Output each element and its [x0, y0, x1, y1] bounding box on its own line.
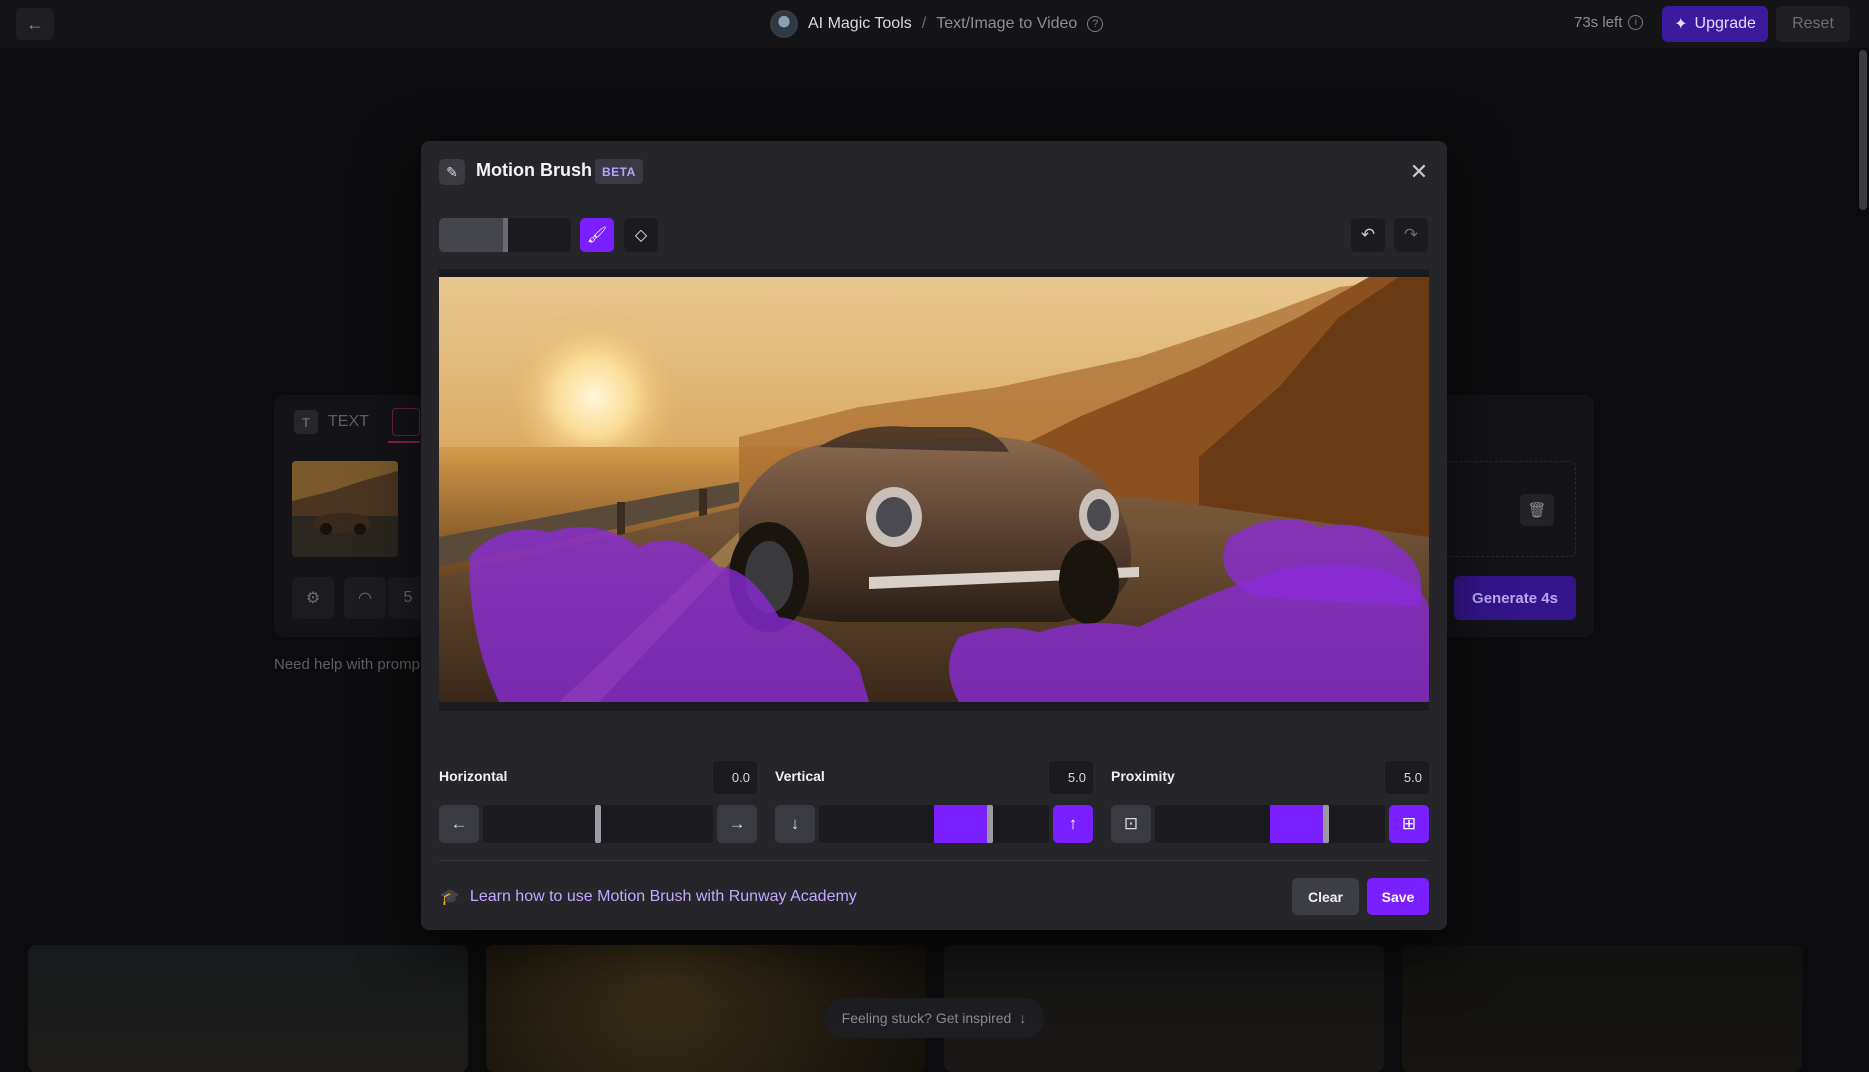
proximity-far-button[interactable]: ⊡ [1111, 805, 1151, 843]
proximity-near-icon: ⊞ [1401, 814, 1417, 833]
proximity-near-button[interactable]: ⊞ [1389, 805, 1429, 843]
save-button[interactable]: Save [1367, 878, 1429, 915]
academy-link[interactable]: 🎓 Learn how to use Motion Brush with Run… [440, 887, 857, 907]
brush-size-slider[interactable] [439, 218, 571, 252]
active-tab-indicator [388, 441, 420, 443]
breadcrumb-current: Text/Image to Video [936, 15, 1078, 32]
up-direction-button[interactable]: ↑ [1053, 805, 1093, 843]
beta-badge: BETA [595, 159, 643, 184]
brush-icon: 🖌 [586, 227, 608, 244]
brush-size-thumb[interactable] [503, 218, 508, 252]
horizontal-label: Horizontal [439, 768, 508, 784]
proximity-slider-fill [1270, 805, 1326, 843]
close-button[interactable]: ✕ [1405, 158, 1433, 186]
arrow-right-icon: → [728, 814, 746, 833]
vertical-label: Vertical [775, 768, 825, 784]
tab-text[interactable]: T TEXT [294, 410, 369, 434]
brush-canvas[interactable] [439, 277, 1429, 702]
eraser-icon: ◇ [634, 227, 648, 244]
vertical-slider-thumb[interactable] [987, 805, 993, 843]
breadcrumb-ai-magic-tools[interactable]: AI Magic Tools [808, 15, 912, 33]
vertical-slider[interactable] [819, 805, 1049, 843]
upgrade-button[interactable]: ✦ Upgrade [1662, 6, 1768, 42]
vertical-value-input[interactable]: 5.0 [1049, 761, 1093, 794]
brush-size-fill [439, 218, 505, 252]
delete-image-button[interactable]: 🗑 [1520, 494, 1554, 526]
help-icon[interactable]: ? [1087, 16, 1104, 32]
tab-image[interactable] [392, 408, 420, 436]
arrow-left-icon: ← [450, 814, 468, 833]
eraser-tool-button[interactable]: ◇ [624, 218, 658, 252]
sparkle-icon: ✦ [1674, 16, 1688, 33]
undo-icon: ↶ [1360, 225, 1376, 244]
inspiration-tile[interactable] [28, 945, 468, 1072]
scrollbar[interactable] [1859, 50, 1867, 210]
canvas-image [439, 277, 1429, 702]
inspiration-tile[interactable] [1402, 945, 1802, 1072]
vertical-slider-fill [934, 805, 990, 843]
footer-divider [439, 860, 1429, 861]
info-icon[interactable]: i [1628, 15, 1644, 30]
proximity-label: Proximity [1111, 768, 1175, 784]
generate-button[interactable]: Generate 4s [1454, 576, 1576, 620]
tab-text-label: TEXT [328, 413, 369, 430]
image-thumbnail[interactable] [292, 461, 398, 557]
modal-title: Motion Brush [476, 160, 592, 180]
motion-button[interactable]: ◠ [344, 577, 386, 619]
upgrade-label: Upgrade [1694, 15, 1756, 32]
proximity-slider-thumb[interactable] [1323, 805, 1329, 843]
arrow-down-icon: ↓ [1019, 1010, 1027, 1026]
thumbnail-car-image [292, 461, 398, 557]
graduation-cap-icon: 🎓 [440, 889, 460, 906]
sliders-icon: ⚙ [305, 590, 321, 607]
settings-button[interactable]: ⚙ [292, 577, 334, 619]
avatar[interactable] [770, 10, 798, 38]
credits-remaining: 73s left i [1574, 14, 1644, 31]
inspire-label: Feeling stuck? Get inspired [841, 1010, 1012, 1026]
brush-tool-button[interactable]: 🖌 [580, 218, 614, 252]
close-icon: ✕ [1409, 159, 1429, 184]
arrow-down-icon: ↓ [790, 814, 800, 833]
trash-icon: 🗑 [1527, 502, 1547, 519]
undo-button[interactable]: ↶ [1351, 218, 1385, 252]
left-direction-button[interactable]: ← [439, 805, 479, 843]
text-icon: T [294, 410, 318, 434]
back-button[interactable]: ← [16, 8, 54, 40]
horizontal-value-input[interactable]: 0.0 [713, 761, 757, 794]
get-inspired-button[interactable]: Feeling stuck? Get inspired ↓ [824, 998, 1044, 1038]
proximity-slider[interactable] [1155, 805, 1385, 843]
credits-text: 73s left [1574, 14, 1623, 31]
horizontal-slider-thumb[interactable] [595, 805, 601, 843]
proximity-far-icon: ⊡ [1123, 814, 1139, 833]
redo-button[interactable]: ↷ [1394, 218, 1428, 252]
breadcrumb: AI Magic Tools / Text/Image to Video ? [770, 10, 1104, 38]
proximity-value-input[interactable]: 5.0 [1385, 761, 1429, 794]
prompt-help-text[interactable]: Need help with promp [274, 656, 420, 673]
right-direction-button[interactable]: → [717, 805, 757, 843]
gauge-icon: ◠ [358, 590, 372, 607]
arrow-up-icon: ↑ [1068, 814, 1078, 833]
breadcrumb-separator: / [921, 15, 927, 32]
clear-button[interactable]: Clear [1292, 878, 1359, 915]
motion-brush-icon: ✎ [439, 159, 465, 185]
reset-button[interactable]: Reset [1776, 6, 1850, 42]
arrow-left-icon: ← [26, 13, 44, 34]
redo-icon: ↷ [1403, 225, 1419, 244]
horizontal-slider[interactable] [483, 805, 713, 843]
down-direction-button[interactable]: ↓ [775, 805, 815, 843]
academy-link-text: Learn how to use Motion Brush with Runwa… [469, 888, 857, 905]
